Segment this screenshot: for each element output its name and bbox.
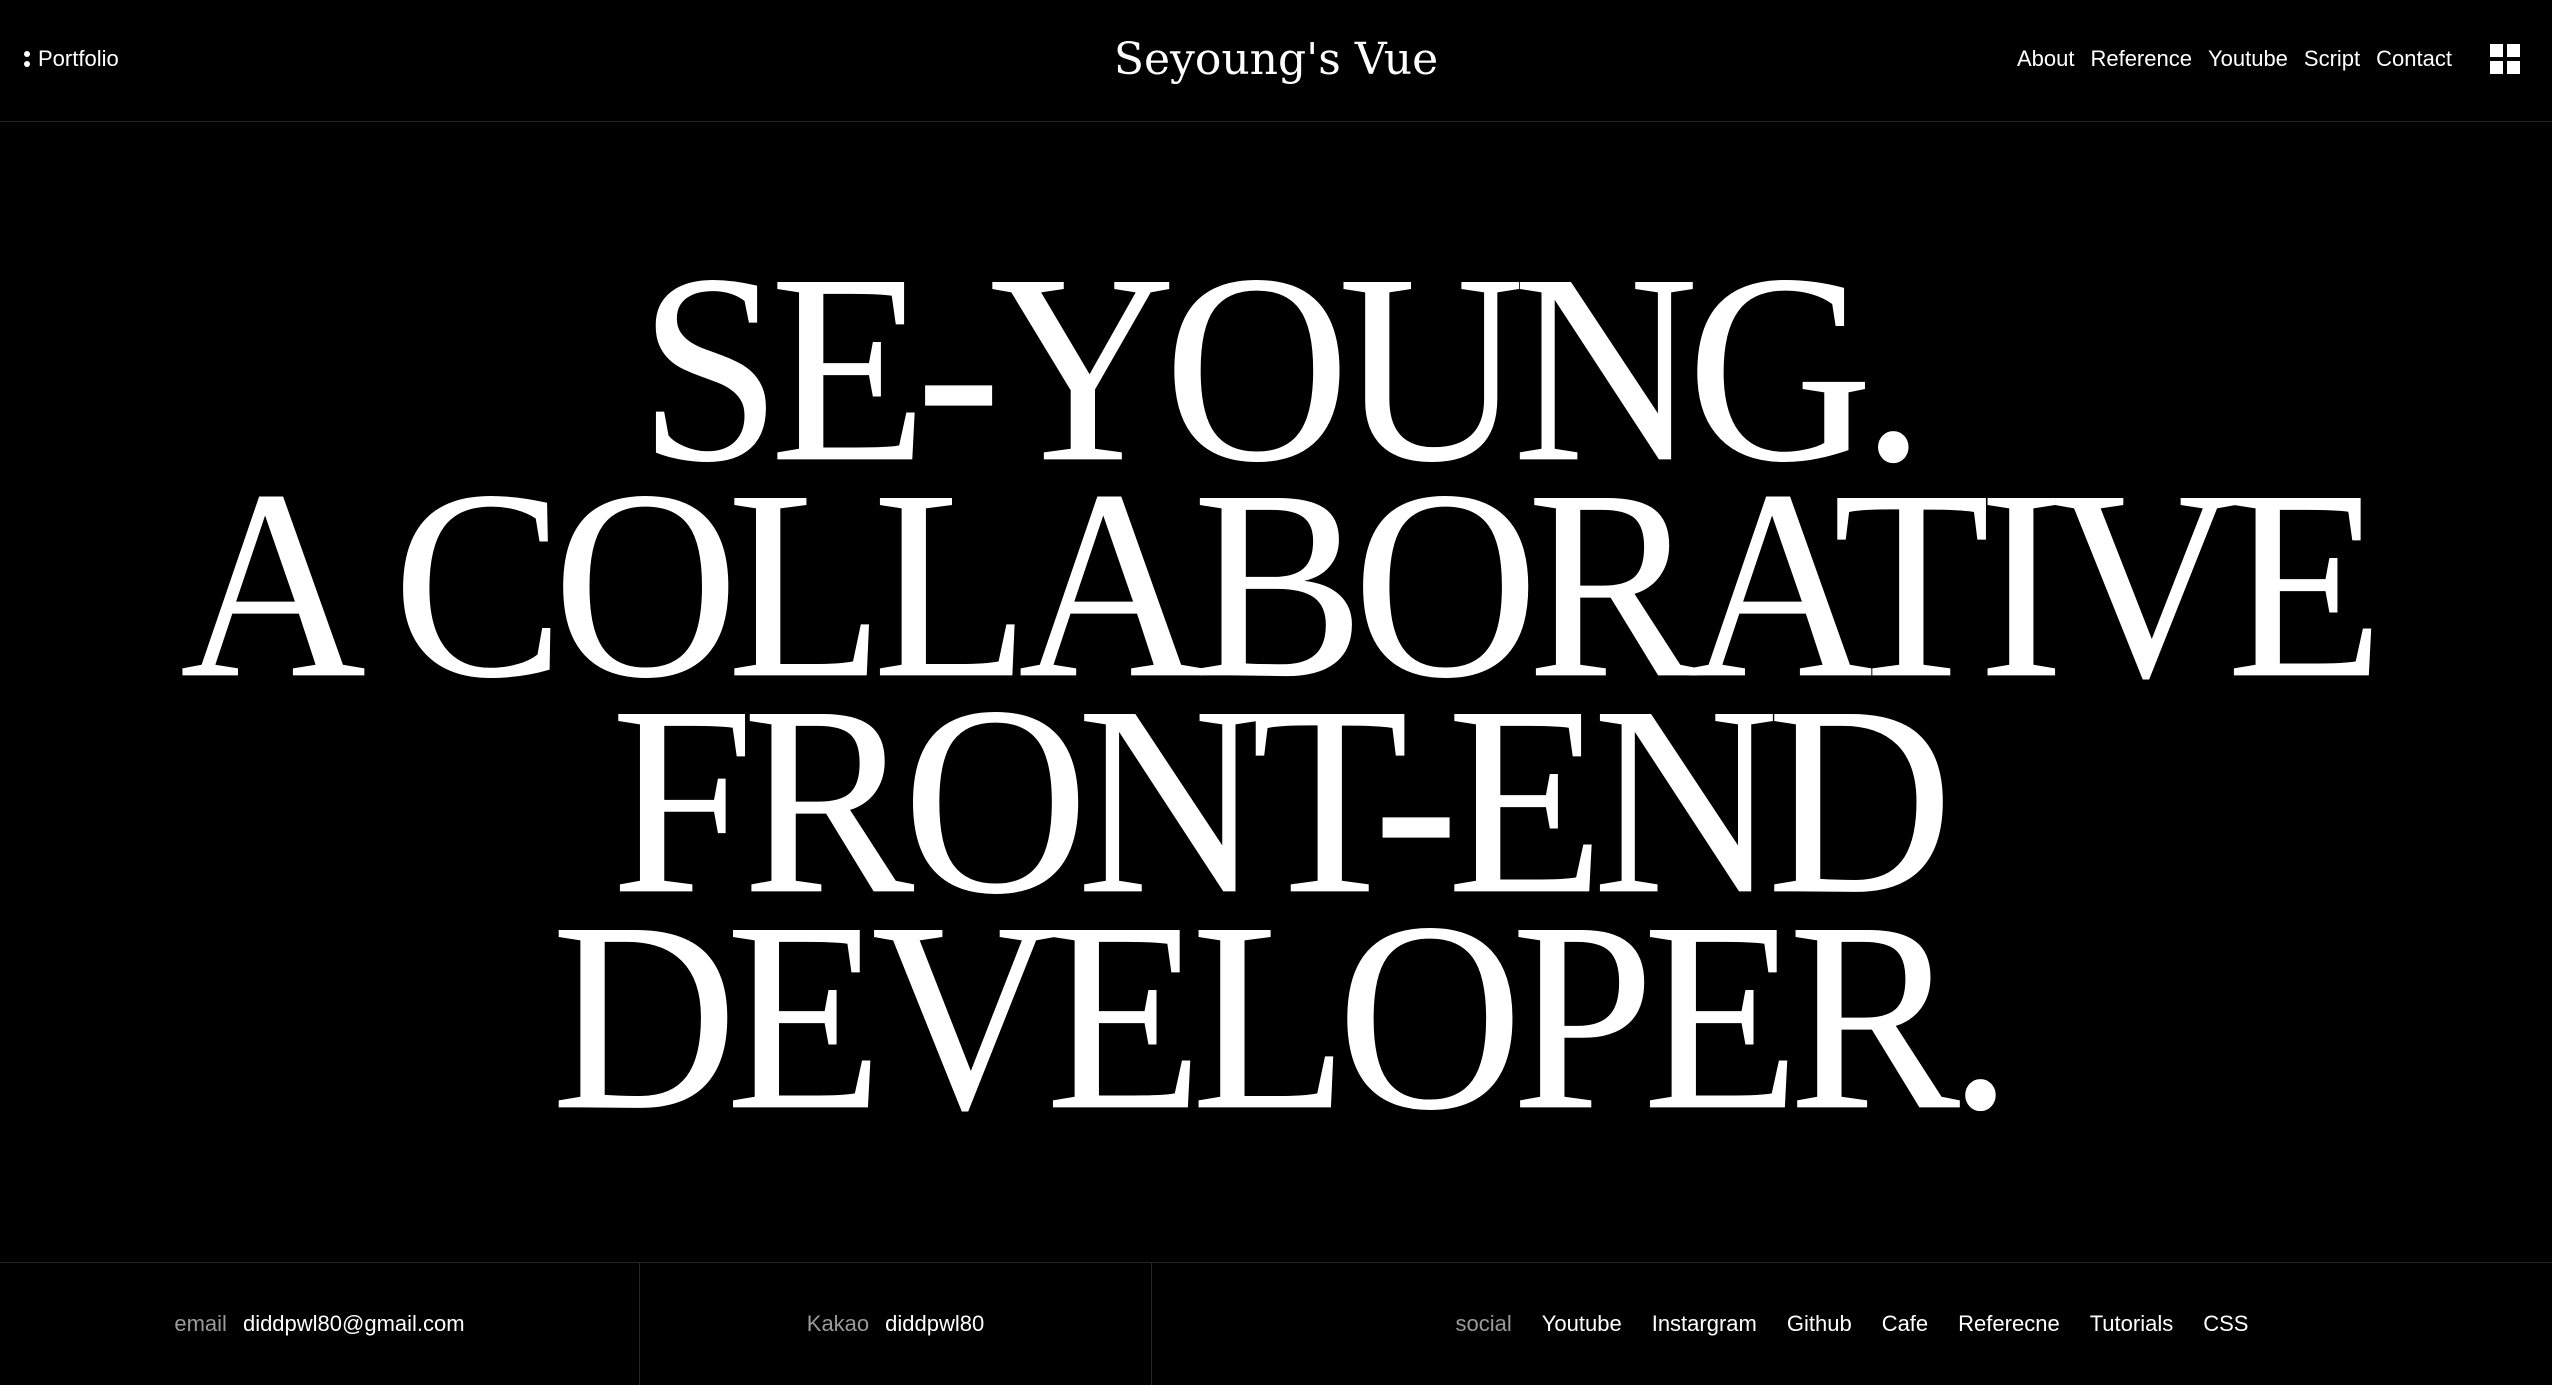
social-tutorials-link[interactable]: Tutorials xyxy=(2090,1311,2174,1337)
footer-kakao: Kakao diddpwl80 xyxy=(640,1263,1152,1385)
social-youtube-link[interactable]: Youtube xyxy=(1542,1311,1622,1337)
social-reference-link[interactable]: Referecne xyxy=(1958,1311,2060,1337)
site-footer: email diddpwl80@gmail.com Kakao diddpwl8… xyxy=(0,1262,2552,1385)
social-label: social xyxy=(1455,1311,1512,1336)
footer-email: email diddpwl80@gmail.com xyxy=(0,1263,640,1385)
social-instagram-link[interactable]: Instargram xyxy=(1652,1311,1757,1337)
kakao-id-link[interactable]: diddpwl80 xyxy=(885,1311,984,1337)
nav-about[interactable]: About xyxy=(2017,46,2075,72)
grid-menu-icon[interactable] xyxy=(2490,44,2520,74)
main-nav: About Reference Youtube Script Contact xyxy=(2017,0,2452,118)
nav-reference[interactable]: Reference xyxy=(2090,46,2192,72)
nav-script[interactable]: Script xyxy=(2304,46,2360,72)
logo-label: Portfolio xyxy=(38,46,119,71)
kakao-label: Kakao xyxy=(806,1311,870,1336)
social-github-link[interactable]: Github xyxy=(1787,1311,1852,1337)
nav-youtube[interactable]: Youtube xyxy=(2208,46,2288,72)
nav-contact[interactable]: Contact xyxy=(2376,46,2452,72)
email-label: email xyxy=(174,1311,227,1336)
dots-icon xyxy=(24,51,30,67)
social-css-link[interactable]: CSS xyxy=(2203,1311,2248,1337)
portfolio-logo-link[interactable]: Portfolio xyxy=(24,0,119,118)
social-cafe-link[interactable]: Cafe xyxy=(1882,1311,1928,1337)
site-title[interactable]: Seyoung's Vue xyxy=(1114,34,1438,85)
footer-social: social Youtube Instargram Github Cafe Re… xyxy=(1152,1263,2552,1385)
hero-section: SE-YOUNG. A COLLABORATIVE FRONT-END DEVE… xyxy=(0,122,2552,1262)
email-link[interactable]: diddpwl80@gmail.com xyxy=(243,1311,465,1337)
site-header: Portfolio Seyoung's Vue About Reference … xyxy=(0,0,2552,122)
hero-line-developer: DEVELOPER. xyxy=(551,865,2012,1167)
